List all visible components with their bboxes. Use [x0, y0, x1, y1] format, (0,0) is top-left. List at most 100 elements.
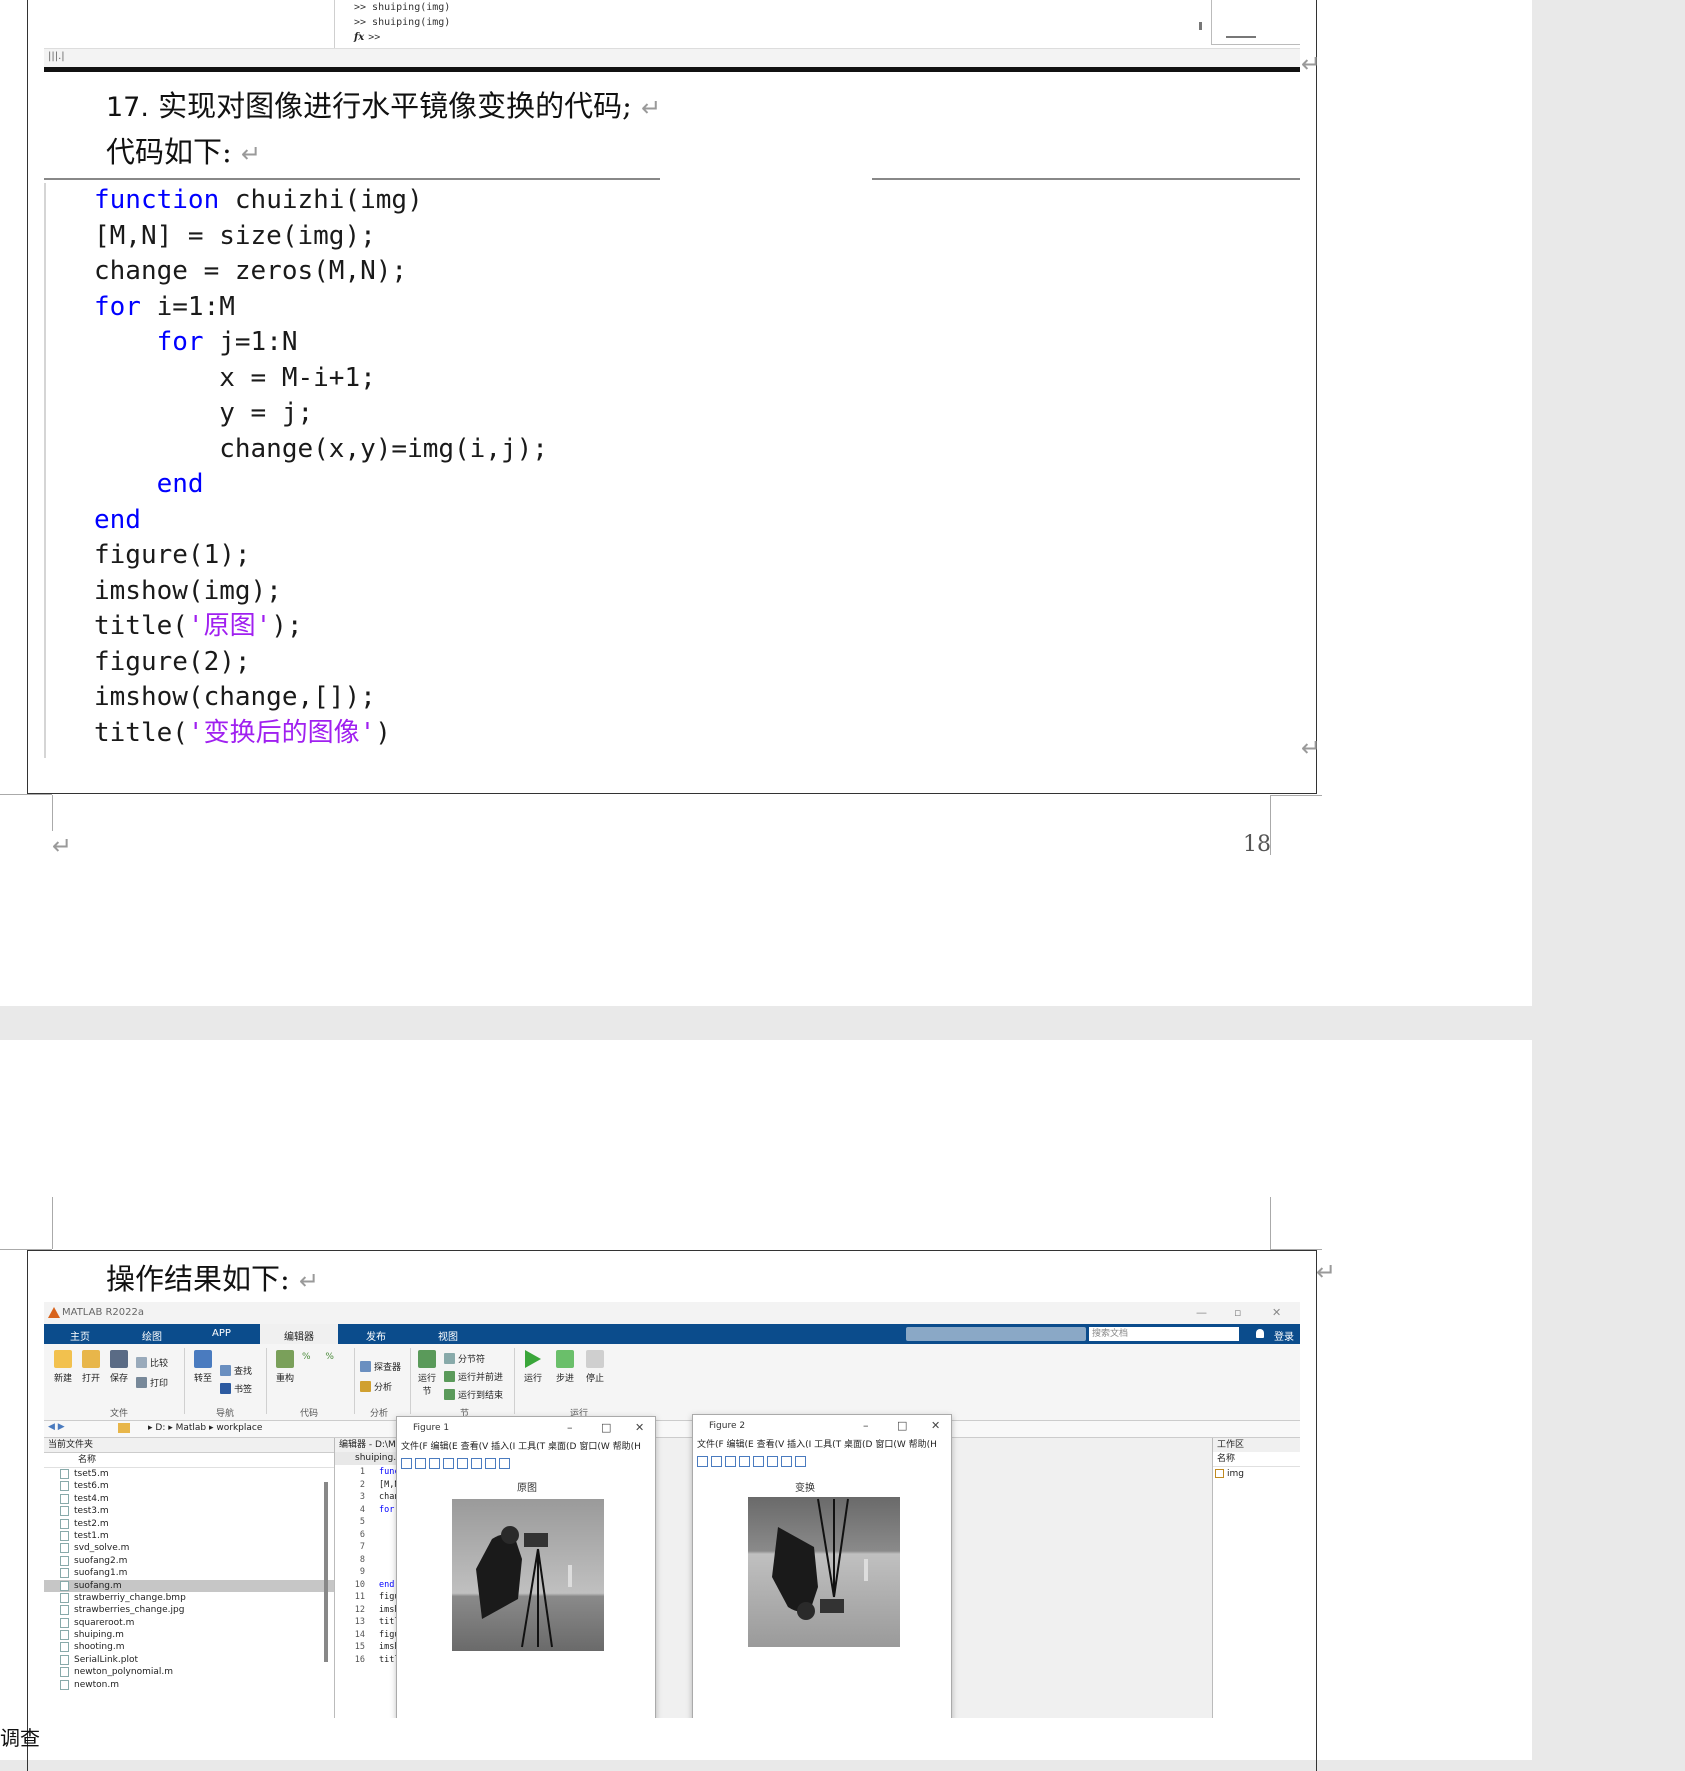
print-button[interactable]: 打印: [136, 1376, 168, 1389]
minimize-icon[interactable]: —: [1196, 1306, 1207, 1319]
compare-button[interactable]: 比较: [136, 1356, 168, 1369]
file-list-item[interactable]: suofang1.m: [44, 1567, 334, 1579]
maximize-icon[interactable]: □: [601, 1417, 611, 1439]
run-section-button[interactable]: 运行节: [414, 1350, 440, 1397]
file-list-item[interactable]: newton_polynomial.m: [44, 1666, 334, 1678]
file-list-item[interactable]: newton.m: [44, 1679, 334, 1691]
group-analyze: 分析: [370, 1409, 389, 1419]
bookmark-button[interactable]: 书签: [220, 1382, 252, 1395]
run-button[interactable]: 运行: [520, 1350, 546, 1384]
section-break-button[interactable]: 分节符: [444, 1352, 485, 1365]
tab-publish[interactable]: 发布: [366, 1328, 386, 1343]
tab-view[interactable]: 视图: [438, 1328, 458, 1343]
stop-button[interactable]: 停止: [582, 1350, 608, 1384]
close-icon[interactable]: ✕: [931, 1415, 940, 1437]
return-mark: ↵: [241, 140, 262, 168]
close-icon[interactable]: ✕: [1272, 1306, 1281, 1319]
run-to-end-button[interactable]: 运行到结束: [444, 1388, 503, 1401]
restore-icon[interactable]: ▫: [1234, 1306, 1241, 1319]
figure-toolbar[interactable]: [397, 1455, 655, 1473]
file-list-item[interactable]: suofang2.m: [44, 1555, 334, 1567]
run-to-end-icon: [444, 1389, 455, 1400]
save-button[interactable]: 保存: [106, 1350, 132, 1384]
file-list-item[interactable]: test6.m: [44, 1480, 334, 1492]
run-advance-button[interactable]: 运行并前进: [444, 1370, 503, 1383]
figure-toolbar[interactable]: [693, 1453, 951, 1471]
file-list-item[interactable]: shooting.m: [44, 1641, 334, 1653]
code-block: function chuizhi(img) [M,N] = size(img); c…: [94, 183, 548, 751]
code-line: imshow(change,[]);: [94, 682, 376, 712]
address-bar[interactable]: ◀ ▶ ▸ D: ▸ Matlab ▸ workplace: [44, 1421, 1300, 1438]
return-mark: ↵: [641, 94, 662, 122]
file-list-item[interactable]: svd_solve.m: [44, 1542, 334, 1554]
file-list-item[interactable]: tset5.m: [44, 1468, 334, 1480]
maximize-icon[interactable]: □: [897, 1415, 907, 1437]
file-list-item[interactable]: strawberries_change.jpg: [44, 1604, 334, 1616]
figure-menu[interactable]: 文件(F 编辑(E 查看(V 插入(I 工具(T 桌面(D 窗口(W 帮助(H: [693, 1437, 951, 1453]
step-button[interactable]: 步进: [552, 1350, 578, 1384]
tab-apps[interactable]: APP: [212, 1328, 231, 1339]
code-line: change(x,y)=img(i,j);: [94, 433, 548, 464]
file-list-item[interactable]: SerialLink.plot: [44, 1654, 334, 1666]
tab-plots[interactable]: 绘图: [142, 1328, 162, 1343]
window-title: MATLAB R2022a: [62, 1307, 145, 1318]
figure-2-window[interactable]: Figure 2 – □ ✕ 文件(F 编辑(E 查看(V 插入(I 工具(T …: [692, 1414, 952, 1718]
minimize-icon[interactable]: –: [567, 1417, 573, 1439]
section-break-icon: [444, 1353, 455, 1364]
new-button[interactable]: 新建: [50, 1350, 76, 1384]
close-icon[interactable]: ✕: [635, 1417, 644, 1439]
file-list-item[interactable]: test1.m: [44, 1530, 334, 1542]
search-docs-input[interactable]: 搜索文档: [1089, 1327, 1239, 1341]
open-button[interactable]: 打开: [78, 1350, 104, 1384]
file-icon: [60, 1580, 69, 1591]
file-icon: [60, 1617, 69, 1628]
file-list-item[interactable]: strawberriy_change.bmp: [44, 1592, 334, 1604]
goto-icon: [194, 1350, 212, 1368]
quick-access-toolbar[interactable]: [906, 1327, 1086, 1341]
code-top-rule: [44, 178, 660, 180]
figure-1-window[interactable]: Figure 1 – □ ✕ 文件(F 编辑(E 查看(V 插入(I 工具(T …: [396, 1416, 656, 1718]
figure-caption: 原图: [517, 1483, 537, 1494]
figure-title: Figure 1: [413, 1423, 450, 1433]
login-button[interactable]: 登录: [1274, 1328, 1294, 1343]
cameraman-image: [452, 1499, 604, 1651]
code-line: title('原图');: [94, 611, 303, 641]
group-file: 文件: [110, 1409, 129, 1419]
refactor-button[interactable]: 重构: [272, 1350, 298, 1384]
file-list-item[interactable]: suofang.m: [44, 1579, 334, 1592]
bell-icon[interactable]: [1256, 1329, 1264, 1338]
file-list-item[interactable]: squareroot.m: [44, 1617, 334, 1629]
back-forward-icon[interactable]: ◀ ▶: [48, 1422, 65, 1432]
workspace-variable[interactable]: img: [1213, 1467, 1300, 1481]
run-icon: [525, 1350, 541, 1368]
tab-editor[interactable]: 编辑器: [260, 1324, 338, 1344]
profiler-button[interactable]: 探查器: [360, 1360, 401, 1373]
file-icon: [60, 1530, 69, 1541]
run-section-icon: [418, 1350, 436, 1368]
goto-button[interactable]: 转至: [190, 1350, 216, 1384]
analyze-button[interactable]: 分析: [360, 1380, 392, 1393]
tab-home[interactable]: 主页: [70, 1328, 90, 1343]
file-list-item[interactable]: shuiping.m: [44, 1629, 334, 1641]
file-list-item[interactable]: test3.m: [44, 1505, 334, 1517]
breadcrumb: ▸ D: ▸ Matlab ▸ workplace: [148, 1423, 263, 1433]
matlab-titlebar: MATLAB R2022a — ▫ ✕: [44, 1302, 1300, 1324]
code-line: x = M-i+1;: [94, 362, 376, 393]
ribbon-separator: [410, 1348, 411, 1414]
minimize-icon[interactable]: –: [863, 1415, 869, 1437]
margin-corner-mark: [1270, 795, 1322, 796]
comment-tools[interactable]: % %: [302, 1352, 340, 1362]
file-list-item[interactable]: test2.m: [44, 1518, 334, 1530]
file-list-item[interactable]: test4.m: [44, 1493, 334, 1505]
scrollbar-thumb[interactable]: [324, 1482, 328, 1662]
section-number: 17.: [106, 92, 149, 123]
matlab-screenshot: MATLAB R2022a — ▫ ✕ 主页 绘图 APP 编辑器 发布 视图 …: [44, 1302, 1300, 1718]
name-column-header[interactable]: 名称: [44, 1453, 334, 1468]
name-column-header[interactable]: 名称: [1213, 1452, 1300, 1467]
code-intro: 代码如下: ↵: [106, 135, 262, 169]
code-line: change = zeros(M,N);: [94, 256, 408, 286]
figure-menu[interactable]: 文件(F 编辑(E 查看(V 插入(I 工具(T 桌面(D 窗口(W 帮助(H: [397, 1439, 655, 1455]
find-button[interactable]: 查找: [220, 1364, 252, 1377]
line-numbers: 1 2 3 4 5 6 7 8 9 10 11 12 13 14 15 16: [354, 1467, 365, 1665]
file-icon: [60, 1630, 69, 1641]
